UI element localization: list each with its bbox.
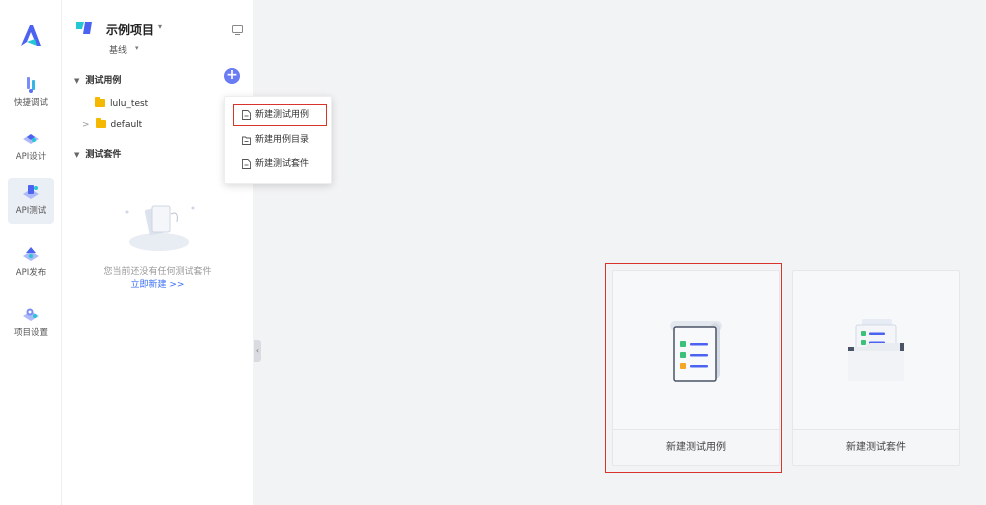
chevron-down-icon[interactable]: ▾ [158,22,162,31]
card-new-test-case[interactable]: 新建测试用例 [612,270,780,466]
project-tree-panel: 示例项目 ▾ 基线 ▾ ▼ 测试用例 + lulu_test > default ▼… [62,0,253,505]
rail-item-api-publish[interactable]: API发布 [8,240,54,286]
rail-label: API发布 [15,268,47,278]
new-folder-icon [242,136,251,145]
tree-folder-default[interactable]: > default [82,118,143,130]
api-design-icon [23,134,39,144]
create-now-link[interactable]: 立即新建 >> [62,277,253,290]
section-title: 测试套件 [85,150,122,160]
rail-label: API设计 [15,152,47,162]
test-case-doc-icon [670,321,722,382]
folder-label: default [110,120,143,130]
section-test-cases[interactable]: ▼ 测试用例 [74,73,121,86]
folder-icon [95,97,105,107]
empty-state-text: 您当前还没有任何测试套件 [103,267,212,277]
menu-item-label: 新建测试套件 [255,159,310,169]
left-rail: 快捷调试 API设计 API测试 API发布 项目设置 [0,0,62,505]
api-publish-icon [23,247,39,261]
rail-label: 项目设置 [13,328,48,338]
section-test-suites[interactable]: ▼ 测试套件 [74,147,121,160]
card-new-test-suite[interactable]: 新建测试套件 [792,270,960,466]
branch-selector[interactable]: 基线 [109,43,127,56]
rail-item-project-settings[interactable]: 项目设置 [8,300,54,346]
menu-item-label: 新建用例目录 [255,135,310,145]
add-dropdown-menu: 新建测试用例 新建用例目录 新建测试套件 [224,96,332,184]
rail-label: API测试 [15,206,47,216]
menu-item-new-test-suite[interactable]: 新建测试套件 [225,153,333,175]
caret-down-icon: ▼ [74,151,80,159]
card-label: 新建测试套件 [793,429,959,465]
rail-item-api-test[interactable]: API测试 [8,178,54,224]
app-logo-icon [21,25,41,46]
rail-item-api-design[interactable]: API设计 [8,124,54,170]
empty-state-illustration [125,205,195,251]
rail-item-quick-debug[interactable]: 快捷调试 [8,70,54,116]
project-name[interactable]: 示例项目 [106,21,154,38]
menu-item-new-case-folder[interactable]: 新建用例目录 [225,129,333,151]
caret-down-icon: ▼ [74,77,80,85]
project-icon [76,22,92,34]
new-file-icon [242,110,251,120]
rail-label: 快捷调试 [13,98,48,108]
chevron-right-icon[interactable]: > [82,120,90,130]
new-file-icon [242,159,251,169]
add-button[interactable]: + [224,68,240,84]
project-settings-icon [23,308,39,321]
app-window: 快捷调试 API设计 API测试 API发布 项目设置 示例项目 ▾ 基线 ▾ … [0,0,986,505]
chevron-down-icon[interactable]: ▾ [135,44,139,52]
tree-folder-lulu-test[interactable]: lulu_test [95,97,149,109]
test-suite-folder-icon [848,319,904,381]
folder-icon [95,118,106,128]
quick-debug-icon [27,77,35,93]
api-test-icon [23,185,39,199]
section-title: 测试用例 [85,76,122,86]
collapse-panel-handle[interactable]: ‹ [254,340,261,362]
menu-item-new-test-case[interactable]: 新建测试用例 [233,104,327,126]
monitor-icon[interactable] [232,25,243,35]
folder-label: lulu_test [110,99,149,109]
menu-item-label: 新建测试用例 [255,110,310,120]
card-label: 新建测试用例 [613,429,779,465]
